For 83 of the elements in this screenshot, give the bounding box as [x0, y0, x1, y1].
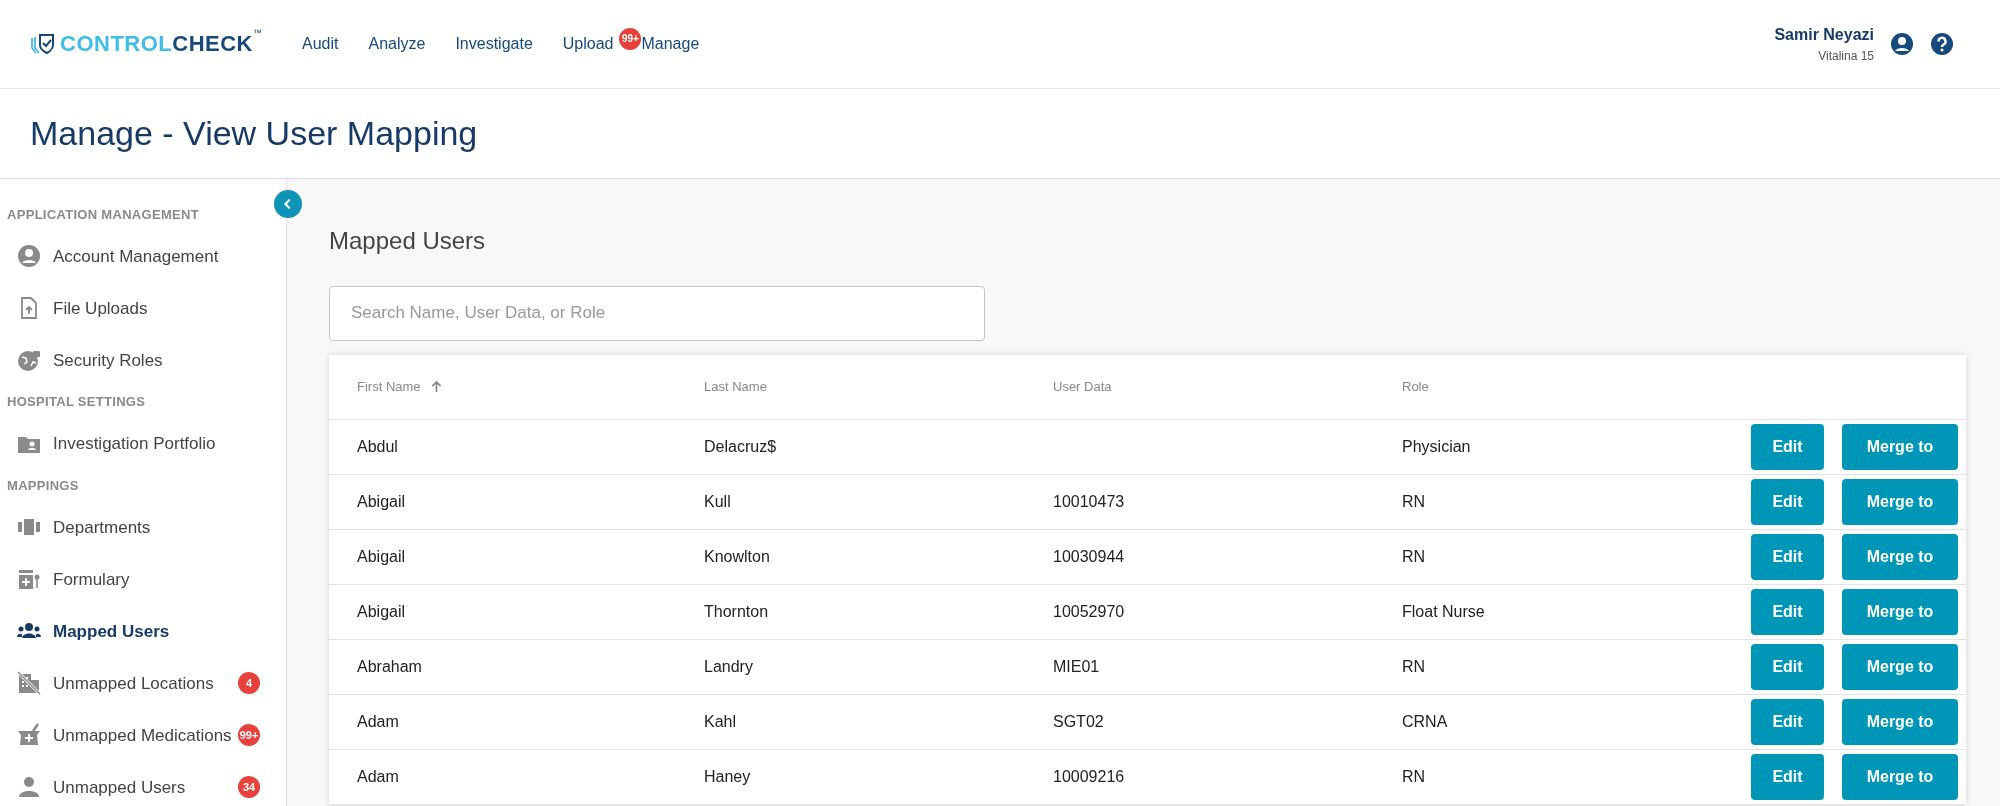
table-cell: Delacruz$ [704, 437, 777, 455]
sidebar-item[interactable]: Security Roles [0, 334, 286, 387]
table-cell: Haney [704, 767, 751, 785]
table-cell: MIE01 [1053, 657, 1100, 675]
nav-link[interactable]: Manage [641, 31, 700, 56]
sidebar-item[interactable]: Unmapped Medications 99+ [0, 709, 286, 762]
table-cell: Knowlton [704, 547, 770, 565]
sidebar-item[interactable]: Formulary [0, 553, 286, 606]
column-header[interactable]: User Data [1053, 376, 1112, 397]
table-cell: Abraham [357, 657, 422, 675]
page-title: Manage - View User Mapping [30, 113, 478, 154]
section-title: Mapped Users [329, 226, 487, 256]
medicine-kit-icon [17, 567, 41, 592]
merge-button[interactable]: Merge to [1842, 753, 1958, 800]
merge-button[interactable]: Merge to [1842, 533, 1958, 580]
table-cell: CRNA [1402, 712, 1448, 730]
logo-text: CONTROLCHECK™ [60, 27, 262, 59]
edit-button[interactable]: Edit [1751, 643, 1824, 690]
column-header[interactable]: Last Name [704, 376, 767, 397]
shield-check-icon [30, 31, 56, 56]
nav-link[interactable]: Upload [562, 31, 614, 56]
table-cell: Kahl [704, 712, 737, 730]
sidebar-item[interactable]: Departments [0, 501, 286, 554]
table-cell: Landry [704, 657, 753, 675]
table-cell: RN [1402, 657, 1426, 675]
facility-name: Vitalina 15 [1817, 47, 1874, 65]
table-cell: Abdul [357, 437, 398, 455]
merge-button[interactable]: Merge to [1842, 423, 1958, 470]
profile-icon[interactable] [1890, 31, 1914, 57]
merge-button[interactable]: Merge to [1842, 698, 1958, 745]
help-icon[interactable] [1930, 31, 1954, 57]
section-heading: MAPPINGS [6, 476, 80, 495]
search-field[interactable]: Search Name, User Data, or Role [329, 285, 985, 341]
table-cell: Physician [1402, 437, 1471, 455]
section-heading: HOSPITAL SETTINGS [6, 393, 147, 412]
globe-lock-icon [17, 348, 41, 373]
edit-button[interactable]: Edit [1751, 698, 1824, 745]
edit-button[interactable]: Edit [1751, 478, 1824, 525]
building-crossed-icon [17, 671, 41, 696]
count-badge: 99+ [238, 724, 260, 747]
table-cell: Thornton [704, 602, 769, 620]
count-badge: 34 [238, 776, 260, 799]
table-cell: RN [1402, 767, 1426, 785]
column-header[interactable]: Role [1402, 376, 1429, 397]
notification-badge: 99+ [619, 27, 642, 50]
collapse-button[interactable] [274, 189, 302, 218]
merge-button[interactable]: Merge to [1842, 643, 1958, 690]
sidebar-item[interactable]: File Uploads [0, 282, 286, 335]
table-cell: 10030944 [1053, 547, 1125, 565]
column-header[interactable]: First Name [357, 376, 421, 397]
user-name: Samir Neyazi [1774, 24, 1874, 45]
table-cell: Float Nurse [1402, 602, 1485, 620]
sidebar-item[interactable]: Account Management [0, 230, 286, 283]
table-cell: RN [1402, 547, 1426, 565]
nav-link[interactable]: Analyze [368, 31, 426, 56]
merge-button[interactable]: Merge to [1842, 478, 1958, 525]
table-cell: 10052970 [1053, 602, 1125, 620]
merge-button[interactable]: Merge to [1842, 588, 1958, 635]
person-icon [17, 775, 41, 800]
account-icon [17, 244, 41, 269]
mortar-icon [17, 723, 41, 748]
table-cell: SGT02 [1053, 712, 1104, 730]
table-cell: RN [1402, 492, 1426, 510]
edit-button[interactable]: Edit [1751, 753, 1824, 800]
sidebar-item[interactable]: Unmapped Users 34 [0, 761, 286, 806]
table-cell: 10010473 [1053, 492, 1125, 510]
table-cell: Abigail [357, 547, 406, 565]
edit-button[interactable]: Edit [1751, 423, 1824, 470]
table-cell: Abigail [357, 602, 406, 620]
table-cell: Adam [357, 767, 399, 785]
table-cell: Kull [704, 492, 731, 510]
table-cell: Abigail [357, 492, 406, 510]
edit-button[interactable]: Edit [1751, 533, 1824, 580]
table-cell: Adam [357, 712, 399, 730]
sidebar-item[interactable]: Mapped Users [0, 605, 286, 658]
count-badge: 4 [238, 672, 260, 695]
sidebar-item[interactable]: Unmapped Locations 4 [0, 657, 286, 710]
nav-link[interactable]: Investigate [455, 31, 533, 56]
section-heading: APPLICATION MANAGEMENT [6, 205, 200, 224]
nav-link[interactable]: Audit [302, 31, 339, 56]
sidebar-item[interactable]: Investigation Portfolio [0, 417, 286, 470]
edit-button[interactable]: Edit [1751, 588, 1824, 635]
table-cell: 10009216 [1053, 767, 1125, 785]
